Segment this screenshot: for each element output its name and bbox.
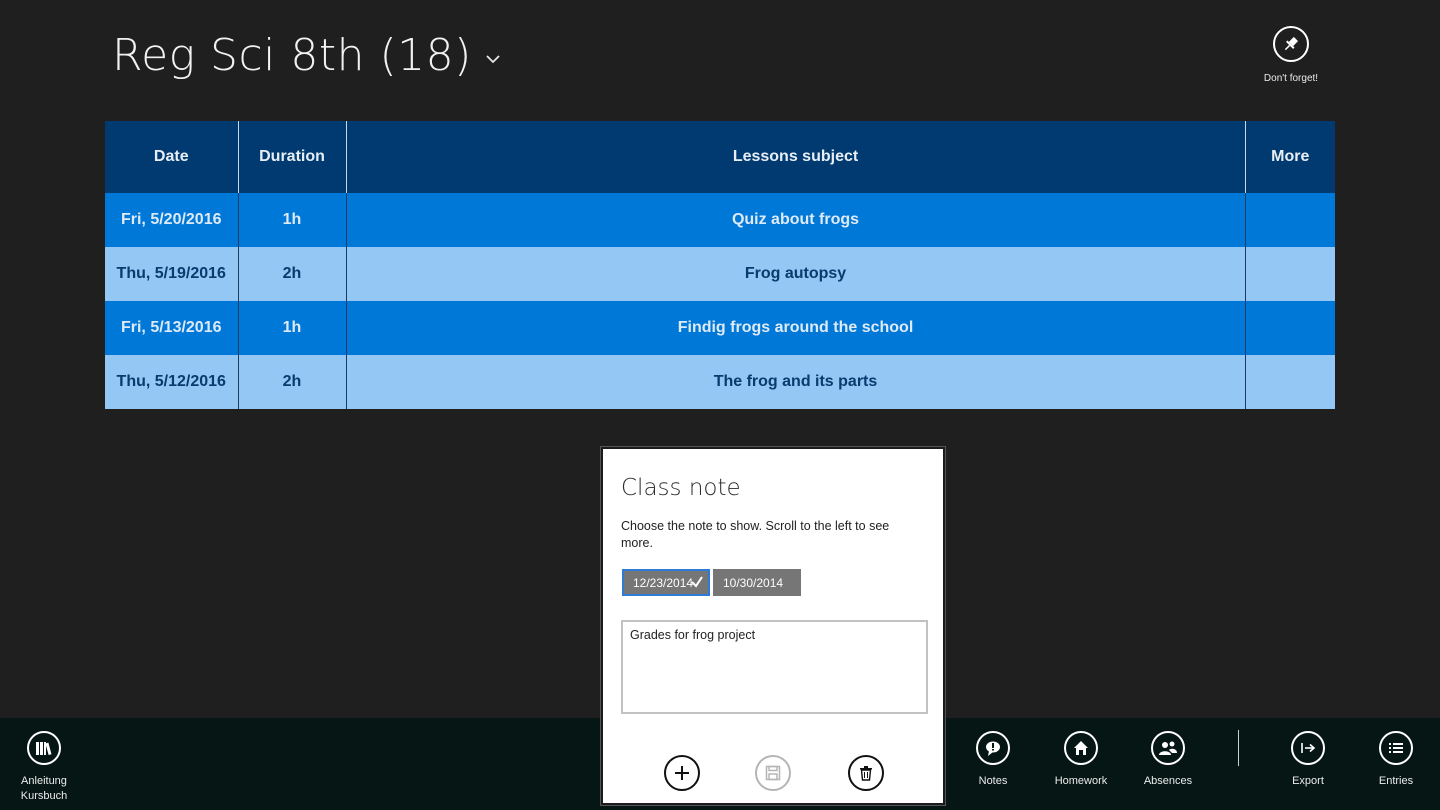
class-note-flyout: Class note Choose the note to show. Scro…: [600, 446, 946, 806]
absences-label: Absences: [1143, 775, 1193, 787]
cell-date: Thu, 5/19/2016: [105, 247, 238, 301]
table-row[interactable]: Fri, 5/20/2016 1h Quiz about frogs: [105, 193, 1335, 247]
flyout-description: Choose the note to show. Scroll to the l…: [621, 519, 890, 550]
people-icon: [1151, 731, 1185, 765]
column-header-duration[interactable]: Duration: [237, 121, 346, 193]
add-icon: [675, 766, 689, 780]
homework-label: Homework: [1054, 775, 1108, 787]
cell-more[interactable]: [1244, 247, 1335, 301]
table-row[interactable]: Thu, 5/12/2016 2h The frog and its parts: [105, 355, 1335, 409]
note-date-label: 12/23/2014: [633, 575, 694, 590]
list-icon: [1379, 731, 1413, 765]
notes-button[interactable]: Notes: [948, 731, 1038, 789]
cell-subject: Quiz about frogs: [345, 193, 1245, 247]
export-button[interactable]: Export: [1263, 731, 1353, 789]
dont-forget-button[interactable]: Don't forget!: [1252, 26, 1330, 84]
note-date-chip-selected[interactable]: 12/23/2014: [622, 569, 710, 596]
delete-icon: [860, 766, 872, 781]
cell-duration: 1h: [237, 193, 346, 247]
flyout-title: Class note: [621, 475, 741, 501]
export-label: Export: [1292, 775, 1324, 787]
cell-subject: The frog and its parts: [345, 355, 1245, 409]
table-header-row: Date Duration Lessons subject More: [105, 121, 1335, 193]
books-icon: [27, 731, 61, 765]
homework-button[interactable]: Homework: [1036, 731, 1126, 789]
cell-subject: Findig frogs around the school: [345, 301, 1245, 355]
flyout-actions: [603, 755, 943, 795]
chevron-down-icon: [486, 54, 500, 63]
absences-button[interactable]: Absences: [1123, 731, 1213, 789]
cell-duration: 2h: [237, 355, 346, 409]
house-icon: [1064, 731, 1098, 765]
notes-label: Notes: [978, 775, 1008, 787]
column-header-more[interactable]: More: [1244, 121, 1335, 193]
cell-more[interactable]: [1244, 355, 1335, 409]
appbar-separator: [1238, 730, 1239, 766]
checkmark-icon: [691, 576, 703, 588]
pin-icon: [1273, 26, 1309, 62]
note-text-field[interactable]: Grades for frog project: [621, 620, 928, 714]
column-header-date[interactable]: Date: [105, 121, 238, 193]
label-line-1: Anleitung: [21, 775, 67, 787]
save-icon: [765, 765, 781, 781]
table-row[interactable]: Thu, 5/19/2016 2h Frog autopsy: [105, 247, 1335, 301]
entries-button[interactable]: Entries: [1351, 731, 1440, 789]
cell-date: Fri, 5/20/2016: [105, 193, 238, 247]
cell-date: Thu, 5/12/2016: [105, 355, 238, 409]
add-note-button[interactable]: [664, 755, 700, 791]
save-note-button[interactable]: [755, 755, 791, 791]
export-arrow-icon: [1291, 731, 1325, 765]
column-header-subject[interactable]: Lessons subject: [345, 121, 1245, 193]
table-row[interactable]: Fri, 5/13/2016 1h Findig frogs around th…: [105, 301, 1335, 355]
pin-label: Don't forget!: [1263, 73, 1319, 84]
note-date-selector: 12/23/2014 10/30/2014: [622, 569, 801, 596]
note-date-label: 10/30/2014: [723, 575, 784, 590]
label-line-2: Kursbuch: [20, 790, 68, 802]
course-title-dropdown[interactable]: Reg Sci 8th (18): [112, 30, 502, 81]
anleitung-kursbuch-label: Anleitung Kursbuch: [21, 774, 67, 804]
note-date-chip[interactable]: 10/30/2014: [713, 569, 801, 596]
lessons-table: Date Duration Lessons subject More Fri, …: [105, 121, 1335, 409]
page-title: Reg Sci 8th (18): [112, 30, 472, 81]
cell-date: Fri, 5/13/2016: [105, 301, 238, 355]
cell-subject: Frog autopsy: [345, 247, 1245, 301]
cell-more[interactable]: [1244, 301, 1335, 355]
anleitung-kursbuch-button[interactable]: Anleitung Kursbuch: [0, 731, 89, 804]
cell-more[interactable]: [1244, 193, 1335, 247]
entries-label: Entries: [1378, 775, 1414, 787]
speech-bubble-icon: [976, 731, 1010, 765]
cell-duration: 2h: [237, 247, 346, 301]
cell-duration: 1h: [237, 301, 346, 355]
delete-note-button[interactable]: [848, 755, 884, 791]
